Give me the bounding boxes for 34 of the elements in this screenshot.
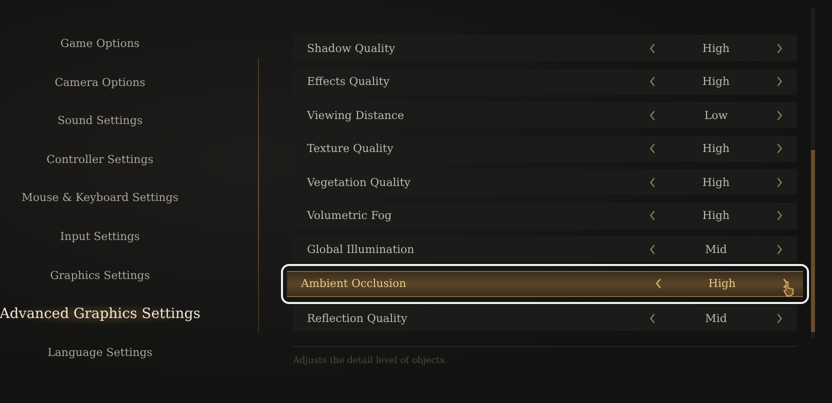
setting-label: Volumetric Fog: [307, 209, 393, 222]
setting-label: Texture Quality: [307, 142, 394, 155]
sidebar-item[interactable]: Input Settings: [0, 226, 200, 248]
setting-label: Effects Quality: [307, 75, 390, 88]
sidebar-item[interactable]: Mouse & Keyboard Settings: [0, 188, 200, 209]
setting-value: High: [701, 176, 731, 188]
setting-value: Low: [703, 108, 729, 122]
setting-label: Reflection Quality: [307, 312, 408, 324]
setting-value: High: [701, 142, 731, 155]
hand-cursor-icon: [783, 280, 795, 296]
sidebar-item[interactable]: Controller Settings: [0, 150, 200, 170]
setting-label: Global Illumination: [307, 242, 416, 256]
sidebar-item[interactable]: Camera Options: [0, 72, 200, 94]
setting-label: Viewing Distance: [307, 108, 406, 122]
setting-label: Vegetation Quality: [307, 176, 412, 188]
setting-value: Mid: [704, 312, 728, 324]
setting-row[interactable]: Effects Quality High: [293, 68, 797, 94]
setting-row[interactable]: Reflection Quality Mid: [293, 305, 797, 331]
setting-row[interactable]: Global Illumination Mid: [293, 236, 797, 262]
scrollbar[interactable]: [811, 8, 815, 338]
setting-value: High: [701, 209, 731, 222]
setting-value: High: [701, 42, 731, 54]
setting-value: High: [701, 75, 731, 88]
sidebar-item[interactable]: Sound Settings: [0, 111, 200, 132]
setting-row[interactable]: Ambient Occlusion High: [287, 270, 803, 296]
description-text: Adjusts the detail level of objects.: [293, 356, 448, 366]
sidebar-item[interactable]: Language Settings: [0, 342, 200, 364]
setting-row[interactable]: Shadow Quality High: [293, 35, 797, 61]
sidebar-item[interactable]: Graphics Settings: [0, 266, 200, 286]
setting-label: Ambient Occlusion: [301, 277, 408, 290]
sidebar-item[interactable]: Game Options: [0, 34, 200, 55]
setting-value: Mid: [704, 242, 728, 256]
setting-label: Shadow Quality: [307, 42, 396, 54]
setting-value: High: [707, 277, 737, 290]
